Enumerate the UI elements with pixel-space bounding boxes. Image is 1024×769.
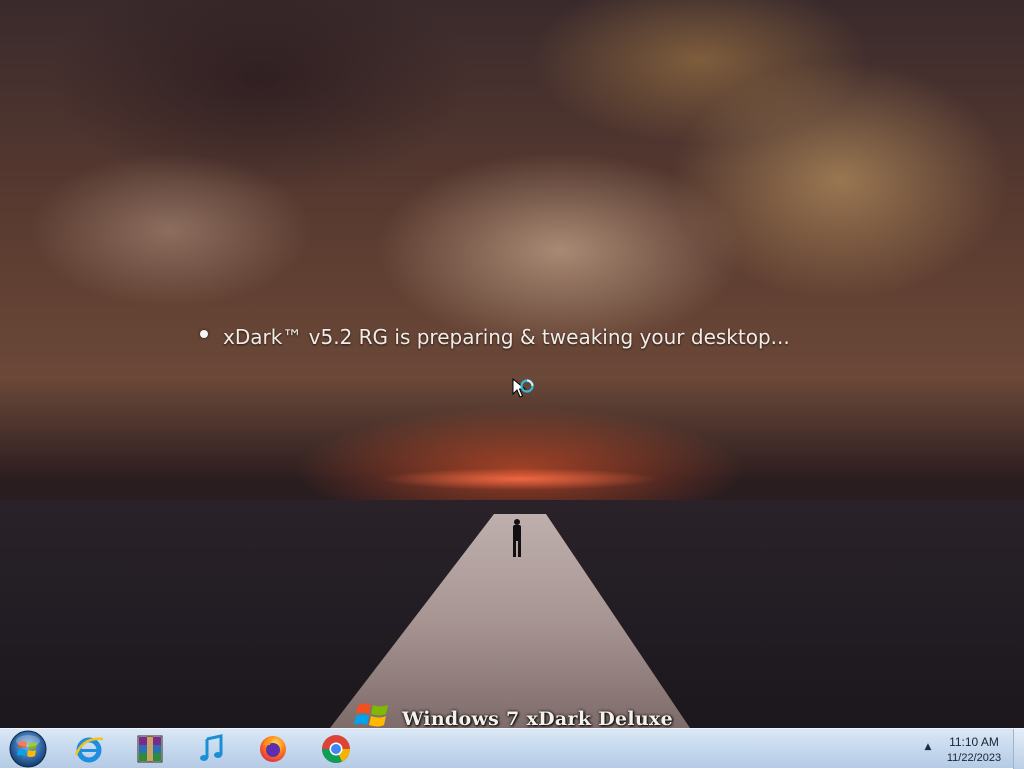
desktop-wallpaper: xDark™ v5.2 RG is preparing & tweaking y… — [0, 0, 1024, 728]
winrar-icon — [137, 735, 163, 763]
walking-figure — [513, 519, 521, 557]
internet-explorer-icon — [74, 737, 104, 763]
taskbar-internet-explorer-button[interactable] — [70, 731, 108, 767]
wallpaper-road — [330, 514, 690, 728]
taskbar-clock[interactable]: 11:10 AM 11/22/2023 — [940, 734, 1008, 766]
start-button[interactable] — [6, 729, 50, 769]
taskbar-chrome-button[interactable] — [317, 731, 355, 767]
taskbar-winrar-button[interactable] — [131, 731, 169, 767]
music-note-icon — [200, 734, 223, 761]
windows-flag-logo-icon — [354, 703, 388, 727]
clock-date: 11/22/2023 — [946, 752, 1002, 764]
loading-bullet — [200, 330, 208, 338]
show-desktop-button[interactable] — [1013, 729, 1024, 769]
loading-message: xDark™ v5.2 RG is preparing & tweaking y… — [223, 325, 790, 349]
windows-start-orb-icon — [9, 730, 47, 768]
desktop-branding: Windows 7 xDark Deluxe — [352, 697, 673, 728]
loading-status: xDark™ v5.2 RG is preparing & tweaking y… — [200, 322, 790, 352]
clock-time: 11:10 AM — [949, 735, 999, 749]
taskbar: ▲ 11:10 AM 11/22/2023 — [0, 728, 1024, 769]
taskbar-music-button[interactable] — [192, 731, 230, 767]
chrome-icon — [322, 735, 350, 763]
branding-text: Windows 7 xDark Deluxe — [402, 708, 674, 728]
busy-cursor-icon — [512, 378, 534, 398]
show-hidden-icons-button[interactable]: ▲ — [921, 739, 935, 755]
taskbar-firefox-button[interactable] — [254, 731, 292, 767]
firefox-icon — [260, 736, 286, 762]
